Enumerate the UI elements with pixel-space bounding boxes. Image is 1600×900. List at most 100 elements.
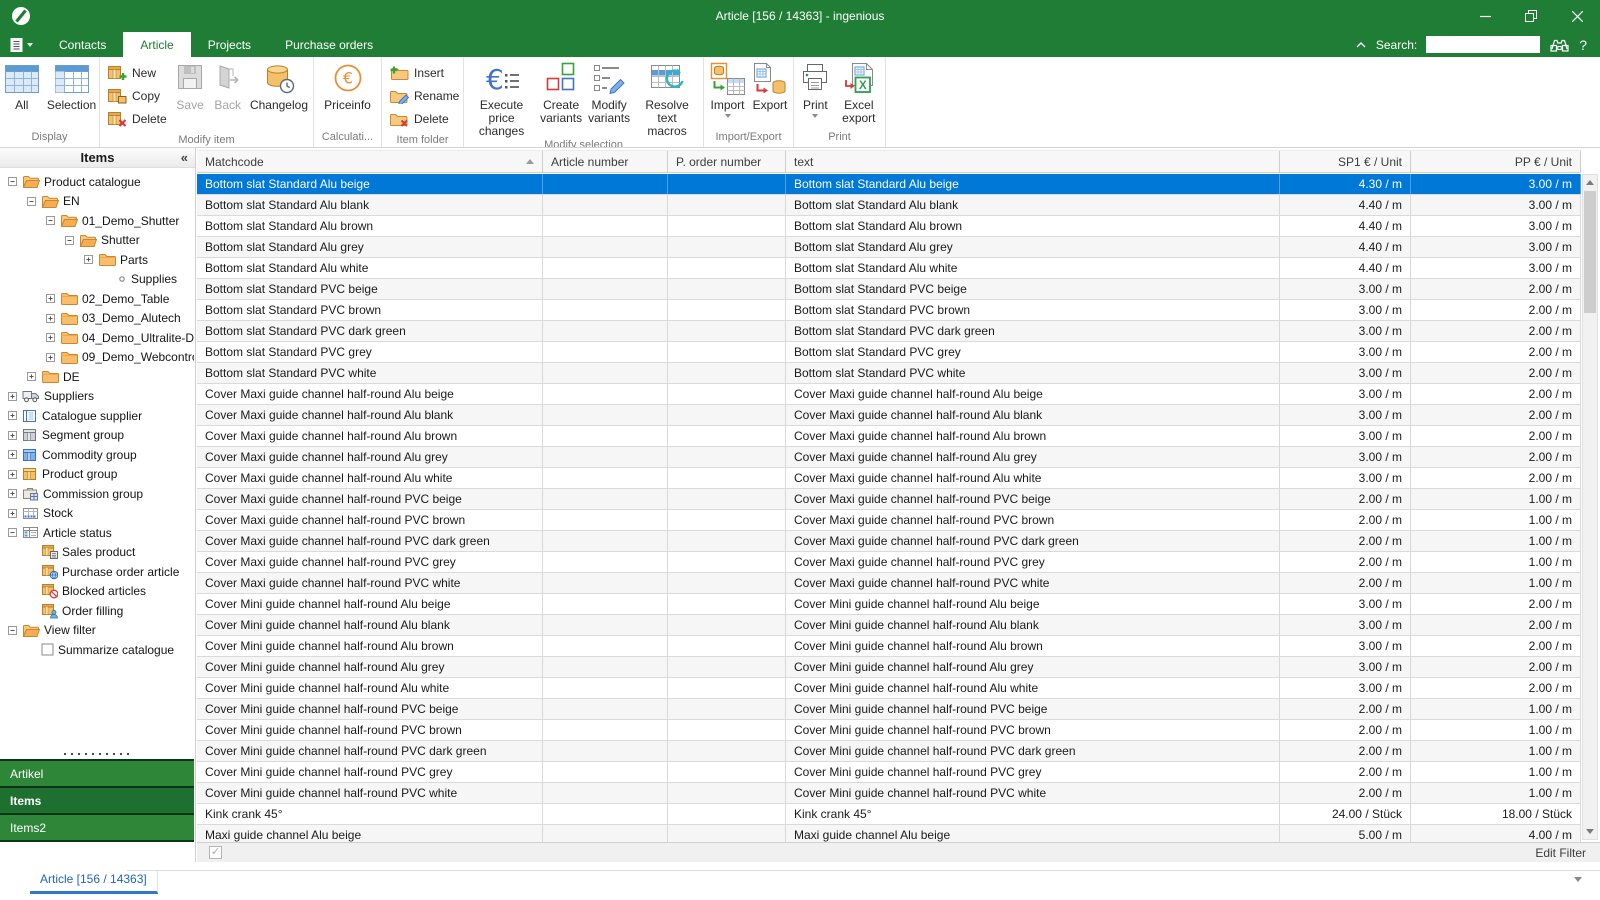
tree-item-catalogue-supplier[interactable]: Catalogue supplier: [0, 406, 194, 426]
table-row[interactable]: Cover Mini guide channel half-round Alu …: [197, 678, 1581, 699]
table-row[interactable]: Cover Maxi guide channel half-round Alu …: [197, 405, 1581, 426]
column-header-article-number[interactable]: Article number: [543, 151, 668, 172]
tree-expand-icon[interactable]: [46, 294, 55, 304]
table-row[interactable]: Bottom slat Standard PVC white Bottom sla…: [197, 363, 1581, 384]
table-row[interactable]: Cover Maxi guide channel half-round PVC …: [197, 531, 1581, 552]
tree-expand-icon[interactable]: [8, 430, 17, 440]
tree-expand-icon[interactable]: [8, 469, 17, 479]
column-header-text[interactable]: text: [786, 151, 1280, 172]
tree-item-blocked-articles[interactable]: Blocked articles: [0, 582, 194, 602]
table-row[interactable]: Cover Mini guide channel half-round Alu …: [197, 615, 1581, 636]
changelog-button[interactable]: Changelog: [247, 58, 311, 133]
tree-expand-icon[interactable]: [8, 411, 17, 421]
close-button[interactable]: [1554, 0, 1600, 32]
table-row[interactable]: Cover Mini guide channel half-round Alu …: [197, 594, 1581, 615]
sidebar-view-button-items[interactable]: Items: [0, 786, 194, 813]
excel-export-button[interactable]: X Excel export: [835, 58, 883, 130]
priceinfo-button[interactable]: € Priceinfo: [321, 58, 374, 130]
tree-expand-icon[interactable]: [8, 489, 17, 499]
table-row[interactable]: Bottom slat Standard Alu brown Bottom sla…: [197, 216, 1581, 237]
selection-button[interactable]: Selection: [44, 58, 99, 130]
tree-expand-icon[interactable]: [46, 352, 55, 362]
tree-item-purchase-order-article[interactable]: Purchase order article: [0, 562, 194, 582]
tree-collapse-icon[interactable]: [8, 528, 17, 538]
export-button[interactable]: Export: [749, 58, 791, 130]
save-button[interactable]: Save: [172, 58, 209, 133]
delete-folder-button[interactable]: Delete: [386, 109, 462, 128]
tree-item-segment-group[interactable]: Segment group: [0, 426, 194, 446]
table-row[interactable]: Bottom slat Standard PVC dark green Botto…: [197, 321, 1581, 342]
tree-item-summarize-catalogue[interactable]: Summarize catalogue: [0, 640, 194, 660]
column-header-pp-unit[interactable]: PP € / Unit: [1411, 151, 1581, 172]
rename-folder-button[interactable]: Rename: [386, 86, 462, 105]
tree-item-order-filling[interactable]: Order filling: [0, 601, 194, 621]
tree-expand-icon[interactable]: [8, 391, 17, 401]
collapse-ribbon-icon[interactable]: [1355, 41, 1367, 49]
tree-expand-icon[interactable]: [84, 255, 93, 265]
table-row[interactable]: Maxi guide channel Alu beige Maxi guide c…: [197, 825, 1581, 842]
tree-collapse-icon[interactable]: [27, 196, 36, 206]
column-header-matchcode[interactable]: Matchcode: [197, 151, 543, 172]
table-row[interactable]: Bottom slat Standard PVC grey Bottom slat…: [197, 342, 1581, 363]
new-button[interactable]: New: [104, 63, 170, 82]
import-button[interactable]: Import: [706, 58, 749, 130]
table-row[interactable]: Cover Maxi guide channel half-round Alu …: [197, 447, 1581, 468]
tree-item-shutter[interactable]: Shutter: [0, 231, 194, 251]
sidebar-view-button-items2[interactable]: Items2: [0, 813, 194, 840]
restore-button[interactable]: [1508, 0, 1554, 32]
tree-item-01-demo-shutter[interactable]: 01_Demo_Shutter: [0, 211, 194, 231]
tree-item-article-status[interactable]: Article status: [0, 523, 194, 543]
menu-tab-article[interactable]: Article: [123, 32, 191, 57]
menu-tab-projects[interactable]: Projects: [191, 32, 268, 57]
print-button[interactable]: Print: [796, 58, 835, 130]
tree-item-03-demo-alutech[interactable]: 03_Demo_Alutech: [0, 309, 194, 329]
all-button[interactable]: All: [0, 58, 44, 130]
table-row[interactable]: Bottom slat Standard PVC brown Bottom sla…: [197, 300, 1581, 321]
tree-item-en[interactable]: EN: [0, 192, 194, 212]
table-row[interactable]: Cover Maxi guide channel half-round Alu …: [197, 384, 1581, 405]
menu-tab-contacts[interactable]: Contacts: [42, 32, 123, 57]
table-row[interactable]: Cover Mini guide channel half-round Alu …: [197, 657, 1581, 678]
tree-item-suppliers[interactable]: Suppliers: [0, 387, 194, 407]
tree-item-de[interactable]: DE: [0, 367, 194, 387]
tree-item-commodity-group[interactable]: Commodity group: [0, 445, 194, 465]
tab-list-dropdown-icon[interactable]: [1574, 877, 1582, 882]
tree-item-02-demo-table[interactable]: 02_Demo_Table: [0, 289, 194, 309]
splitter-handle[interactable]: [0, 749, 194, 759]
tree-expand-icon[interactable]: [27, 372, 36, 382]
search-input[interactable]: [1426, 36, 1541, 53]
tree-collapse-icon[interactable]: [8, 177, 17, 187]
table-row[interactable]: Cover Maxi guide channel half-round PVC …: [197, 510, 1581, 531]
tree-expand-icon[interactable]: [8, 450, 17, 460]
create-variants-button[interactable]: Create variants: [537, 58, 585, 138]
table-row[interactable]: Cover Maxi guide channel half-round PVC …: [197, 552, 1581, 573]
table-row[interactable]: Bottom slat Standard Alu grey Bottom slat…: [197, 237, 1581, 258]
execute-price-changes-button[interactable]: € Execute price changes: [466, 58, 537, 138]
tree-expand-icon[interactable]: [46, 333, 55, 343]
table-row[interactable]: Cover Mini guide channel half-round Alu …: [197, 636, 1581, 657]
table-row[interactable]: Cover Maxi guide channel half-round PVC …: [197, 489, 1581, 510]
minimize-button[interactable]: [1462, 0, 1508, 32]
help-icon[interactable]: ?: [1579, 37, 1587, 53]
tree-item-product-group[interactable]: Product group: [0, 465, 194, 485]
tree-item-commission-group[interactable]: Commission group: [0, 484, 194, 504]
table-row[interactable]: Cover Mini guide channel half-round PVC …: [197, 783, 1581, 804]
tree-item-view-filter[interactable]: View filter: [0, 621, 194, 641]
menu-tab-purchase-orders[interactable]: Purchase orders: [268, 32, 390, 57]
table-row[interactable]: Bottom slat Standard PVC beige Bottom sla…: [197, 279, 1581, 300]
column-header-sp1-unit[interactable]: SP1 € / Unit: [1280, 151, 1411, 172]
binoculars-icon[interactable]: [1549, 36, 1570, 53]
tree-expand-icon[interactable]: [8, 508, 17, 518]
copy-button[interactable]: Copy: [104, 86, 170, 105]
scroll-up-icon[interactable]: [1583, 175, 1597, 190]
tree-expand-icon[interactable]: [46, 313, 55, 323]
tree-collapse-icon[interactable]: [65, 235, 74, 245]
main-menu-button[interactable]: [0, 32, 42, 57]
modify-variants-button[interactable]: Modify variants: [585, 58, 633, 138]
edit-filter-link[interactable]: Edit Filter: [1535, 846, 1586, 860]
back-button[interactable]: Back: [208, 58, 246, 133]
scroll-down-icon[interactable]: [1583, 824, 1597, 839]
table-row[interactable]: Cover Mini guide channel half-round PVC …: [197, 741, 1581, 762]
table-row[interactable]: Cover Maxi guide channel half-round PVC …: [197, 573, 1581, 594]
insert-folder-button[interactable]: Insert: [386, 63, 462, 82]
